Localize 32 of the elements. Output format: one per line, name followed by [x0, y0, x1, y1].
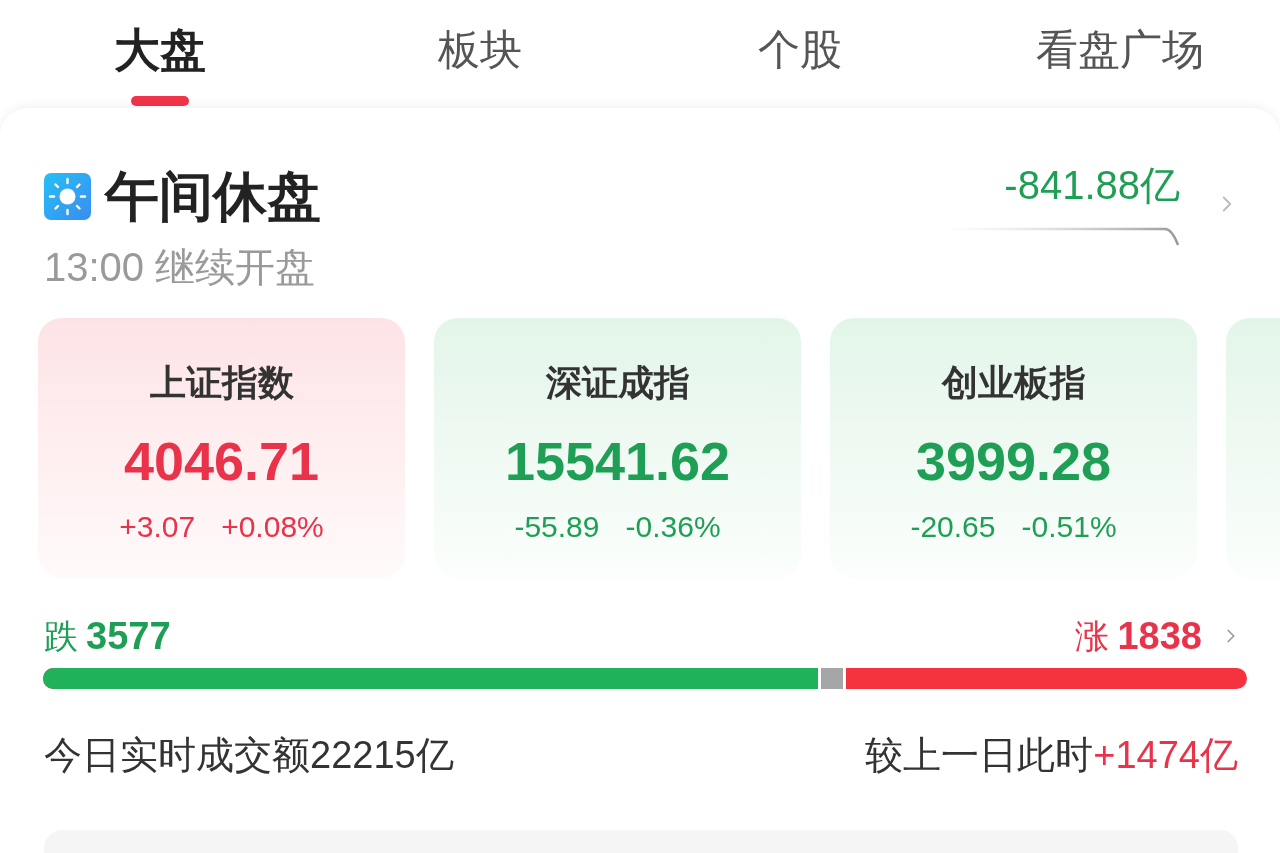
index-name: 上证指数 [149, 361, 294, 405]
tab[interactable]: 大盘 [0, 0, 320, 108]
tab[interactable]: 个股 [640, 0, 960, 108]
index-change-percent: +0.08% [221, 509, 324, 545]
index-card[interactable]: 上证指数 4046.71 +3.07 +0.08% [38, 318, 405, 578]
index-value: 4046.71 [123, 430, 320, 493]
compare-value: +1474亿 [1093, 733, 1238, 778]
index-value: 3999.28 [915, 430, 1112, 493]
index-name: 创业板指 [941, 361, 1086, 405]
net-flow-value: -841.88亿 [1004, 162, 1180, 209]
tab[interactable]: 看盘广场 [960, 0, 1280, 108]
index-value: 15541.62 [504, 430, 731, 493]
index-card[interactable]: 创业板指 3999.28 -20.65 -0.51% [830, 318, 1197, 578]
flat-segment [818, 668, 847, 689]
rise-label: 涨 [1075, 616, 1110, 657]
index-change-percent: -0.51% [1021, 509, 1117, 545]
index-card[interactable]: 深证成指 15541.62 -55.89 -0.36% [434, 318, 801, 578]
sun-icon [44, 172, 91, 220]
index-change: -55.89 [514, 509, 600, 545]
index-name: 深证成指 [545, 361, 690, 405]
fall-label: 跌 [44, 616, 78, 657]
index-change: -20.65 [910, 509, 996, 545]
index-change: +3.07 [119, 509, 196, 545]
turnover-text: 今日实时成交额22215亿 [44, 733, 454, 778]
market-status-title: 午间休盘 [105, 166, 321, 226]
compare-label: 较上一日此时 [865, 733, 1094, 778]
active-tab-indicator [131, 96, 189, 106]
index-change-percent: -0.36% [625, 509, 721, 545]
market-status-subtitle: 13:00 继续开盘 [44, 244, 317, 291]
rise-count: 1838 [1117, 614, 1202, 658]
fall-count: 3577 [86, 614, 171, 658]
tab[interactable]: 板块 [320, 0, 640, 108]
